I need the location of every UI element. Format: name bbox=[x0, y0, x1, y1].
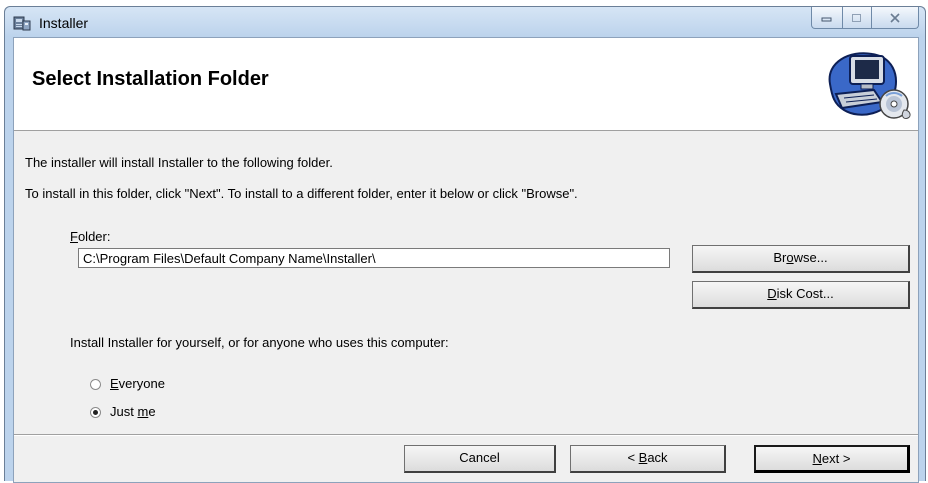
next-label-post: ext > bbox=[821, 451, 851, 466]
install-scope-prompt: Install Installer for yourself, or for a… bbox=[70, 335, 449, 350]
everyone-label-rest: veryone bbox=[118, 376, 165, 391]
back-button[interactable]: < Back bbox=[570, 445, 726, 473]
page-title: Select Installation Folder bbox=[32, 68, 269, 90]
footer-divider-highlight bbox=[14, 435, 918, 436]
close-icon bbox=[890, 12, 900, 23]
caption-buttons bbox=[811, 7, 919, 29]
folder-label-rest: older: bbox=[77, 229, 111, 244]
folder-label-access-key: F bbox=[70, 229, 78, 244]
folder-label: Folder: bbox=[70, 229, 110, 244]
radio-just-me-label: Just me bbox=[110, 404, 156, 419]
close-button[interactable] bbox=[872, 7, 919, 29]
dialog-client-area: Select Installation Folder The installer… bbox=[13, 37, 919, 483]
minimize-icon bbox=[821, 17, 832, 21]
radio-everyone[interactable]: Everyone bbox=[90, 376, 230, 394]
next-button[interactable]: Next > bbox=[754, 445, 910, 473]
back-label-post: ack bbox=[647, 450, 668, 465]
maximize-button[interactable] bbox=[843, 7, 872, 29]
folder-path-input[interactable] bbox=[78, 248, 670, 268]
instruction-text: To install in this folder, click "Next".… bbox=[25, 186, 578, 201]
cancel-button[interactable]: Cancel bbox=[404, 445, 556, 473]
radio-just-me-circle[interactable] bbox=[90, 407, 101, 418]
next-access-key: N bbox=[812, 451, 822, 466]
installer-app-icon bbox=[13, 16, 31, 31]
disk-cost-access-key: D bbox=[767, 286, 777, 301]
header-banner: Select Installation Folder bbox=[14, 38, 918, 131]
browse-access-key: o bbox=[786, 250, 794, 265]
just-me-label-post: e bbox=[148, 404, 156, 419]
title-bar[interactable]: Installer bbox=[5, 7, 925, 37]
everyone-access-key: E bbox=[110, 376, 119, 391]
browse-button[interactable]: Browse... bbox=[692, 245, 910, 273]
window-title: Installer bbox=[39, 15, 89, 31]
radio-everyone-label: Everyone bbox=[110, 376, 165, 391]
browse-label-pre: Br bbox=[773, 250, 787, 265]
disk-cost-label: isk Cost... bbox=[776, 286, 834, 301]
computer-cd-icon bbox=[828, 52, 911, 119]
disk-cost-button[interactable]: Disk Cost... bbox=[692, 281, 910, 309]
intro-text: The installer will install Installer to … bbox=[25, 155, 333, 170]
radio-everyone-circle[interactable] bbox=[90, 379, 101, 390]
maximize-icon bbox=[852, 13, 861, 22]
minimize-button[interactable] bbox=[811, 7, 843, 29]
back-label-pre: < bbox=[627, 450, 639, 465]
installer-window: Installer Select Installation Folder The… bbox=[4, 6, 926, 483]
radio-just-me[interactable]: Just me bbox=[90, 404, 230, 422]
browse-label-post: wse... bbox=[793, 250, 828, 265]
just-me-access-key: m bbox=[137, 404, 149, 419]
just-me-label-pre: Just bbox=[110, 404, 138, 419]
